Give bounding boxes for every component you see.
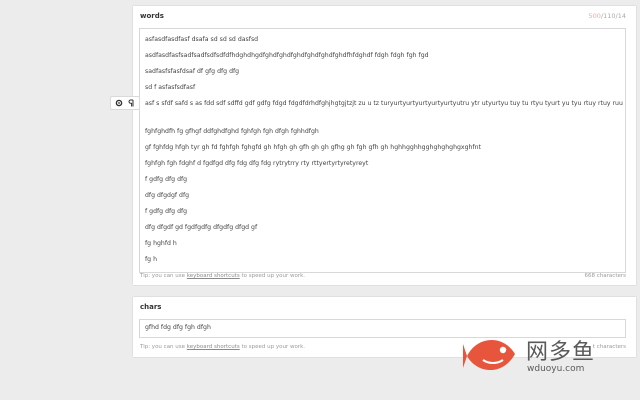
text-line-misspelled: asf s sfdf safd s as fdd sdf sdffd gdf g… <box>145 100 623 107</box>
keyboard-shortcuts-link[interactable]: keyboard shortcuts <box>187 273 240 279</box>
text-line: dfg dfgdgf dfg <box>145 192 190 199</box>
text-line: sd f asfasfsdfasf <box>145 84 196 91</box>
watermark-url: wduoyu.com <box>527 364 585 374</box>
keyboard-shortcuts-link[interactable]: keyboard shortcuts <box>187 344 240 350</box>
text-line: fghfghdfh fg gfhgf ddfghdfghd fghfgh fgh… <box>145 128 319 135</box>
words-counter: 500/110/14 <box>589 12 626 20</box>
text-line: fg h <box>145 256 157 263</box>
words-card: words 500/110/14 asfasdfasdfasf dsafa sd… <box>133 6 636 285</box>
fish-logo-icon <box>463 339 515 370</box>
text-line: f gdfg dfg dfg <box>145 208 188 215</box>
chars-input-value: gfhd fdg dfg fgh dfgh <box>145 324 211 331</box>
line-tools <box>110 96 140 110</box>
chars-tip: Tip: you can use keyboard shortcuts to s… <box>140 344 305 350</box>
tip-prefix: Tip: you can use <box>140 344 187 350</box>
pilcrow-icon[interactable] <box>126 98 138 108</box>
chars-card-title: chars <box>140 303 162 311</box>
watermark-brand: 网多鱼 <box>526 340 596 365</box>
tip-suffix: to speed up your work. <box>239 273 305 279</box>
tip-suffix: to speed up your work. <box>239 344 305 350</box>
tip-prefix: Tip: you can use <box>140 273 187 279</box>
words-textarea[interactable]: asfasdfasdfasf dsafa sd sd sd dasfsd asd… <box>139 28 626 273</box>
text-line: asdfasdfasfsadfsadfsdfsdfdfhdghdhgdfghdf… <box>145 52 429 59</box>
words-counter-rest: /110/14 <box>600 12 626 20</box>
words-card-title: words <box>140 12 164 20</box>
text-line: fghfgh fgh fdghf d fgdfgd dfg fdg dfg fd… <box>145 160 369 167</box>
words-tip: Tip: you can use keyboard shortcuts to s… <box>140 273 305 279</box>
gear-icon[interactable] <box>113 98 125 108</box>
text-line: fg hghfd h <box>145 240 177 247</box>
watermark: 网多鱼 wduoyu.com <box>463 330 635 382</box>
text-line: gf fghfdg hfgh tyr gh fd fghfgh fghgfd g… <box>145 144 481 151</box>
text-line: sadfasfsfasfdsaf df gfg dfg dfg <box>145 68 240 75</box>
text-line: dfg dfgdf gd fgdfgdfg dfgdfg dfgd gf <box>145 224 258 231</box>
text-line: asfasdfasdfasf dsafa sd sd sd dasfsd <box>145 36 259 43</box>
words-char-count: 668 characters <box>584 273 626 279</box>
text-line: f gdfg dfg dfg <box>145 176 188 183</box>
words-counter-used: 500 <box>588 12 601 20</box>
